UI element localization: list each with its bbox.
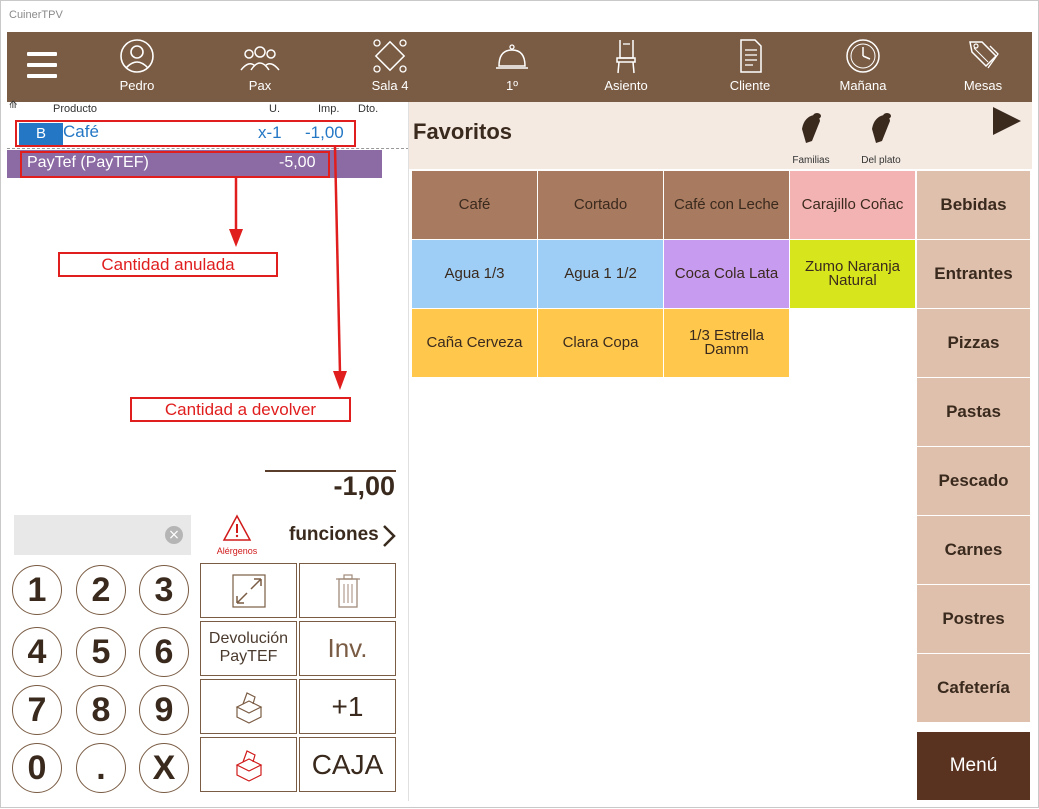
trash-icon (335, 574, 360, 608)
category-pescado[interactable]: Pescado (917, 447, 1030, 515)
category-bebidas[interactable]: Bebidas (917, 171, 1030, 239)
category-cafeteria[interactable]: Cafetería (917, 654, 1030, 722)
numpad-6[interactable]: 6 (139, 627, 189, 677)
clear-icon[interactable]: × (165, 526, 183, 544)
search-input[interactable]: × (14, 515, 191, 555)
warning-icon (222, 514, 252, 541)
product-button[interactable]: Cortado (538, 171, 663, 239)
chevron-right-icon[interactable] (381, 523, 397, 549)
numpad-9[interactable]: 9 (139, 685, 189, 735)
delete-button[interactable] (299, 563, 396, 618)
product-button[interactable]: 1/3 Estrella Damm (664, 309, 789, 377)
printer-icon (235, 692, 262, 724)
app-window: CuinerTPV Pedro Pax Sala 4 1º Asiento Cl… (0, 0, 1039, 808)
product-button[interactable]: Zumo Naranja Natural (790, 240, 915, 308)
product-button[interactable]: Café con Leche (664, 171, 789, 239)
cash-drawer-button[interactable] (200, 737, 297, 792)
dish-filter[interactable]: Del plato (851, 111, 911, 166)
category-carnes[interactable]: Carnes (917, 516, 1030, 584)
annotation-cancelled-qty: Cantidad anulada (58, 252, 278, 277)
invitation-button[interactable]: Inv. (299, 621, 396, 676)
salt-shaker-icon (802, 113, 821, 143)
split-button[interactable] (200, 563, 297, 618)
product-button[interactable]: Agua 1 1/2 (538, 240, 663, 308)
numpad-multiply[interactable]: X (139, 743, 189, 793)
next-page-icon[interactable] (993, 107, 1021, 135)
numpad-7[interactable]: 7 (12, 685, 62, 735)
functions-button[interactable]: funciones (289, 524, 379, 546)
product-button[interactable]: Clara Copa (538, 309, 663, 377)
panel-divider (408, 102, 409, 801)
ticket-total: -1,00 (333, 471, 395, 501)
expand-icon (231, 574, 266, 608)
numpad-0[interactable]: 0 (12, 743, 62, 793)
favorites-title: Favoritos (413, 119, 513, 144)
salt-shaker-icon (872, 113, 891, 143)
numpad-5[interactable]: 5 (76, 627, 126, 677)
allergens-button[interactable]: Alérgenos (207, 514, 267, 556)
allergens-label: Alérgenos (216, 546, 258, 556)
category-pastas[interactable]: Pastas (917, 378, 1030, 446)
cash-register-icon (235, 750, 262, 782)
checkout-button[interactable]: CAJA (299, 737, 396, 792)
numpad-8[interactable]: 8 (76, 685, 126, 735)
category-pizzas[interactable]: Pizzas (917, 309, 1030, 377)
dish-label: Del plato (861, 155, 901, 166)
category-postres[interactable]: Postres (917, 585, 1030, 653)
numpad-decimal[interactable]: . (76, 743, 126, 793)
add-one-button[interactable]: +1 (299, 679, 396, 734)
numpad-4[interactable]: 4 (12, 627, 62, 677)
product-button[interactable]: Caña Cerveza (412, 309, 537, 377)
product-button[interactable]: Carajillo Coñac (790, 171, 915, 239)
numpad-2[interactable]: 2 (76, 565, 126, 615)
menu-button[interactable]: Menú (917, 732, 1030, 800)
families-filter[interactable]: Familias (781, 111, 841, 166)
product-button[interactable]: Agua 1/3 (412, 240, 537, 308)
refund-paytef-button[interactable]: Devolución PayTEF (200, 621, 297, 676)
print-ticket-button[interactable] (200, 679, 297, 734)
product-button[interactable]: Café (412, 171, 537, 239)
product-button[interactable]: Coca Cola Lata (664, 240, 789, 308)
annotation-refund-qty: Cantidad a devolver (130, 397, 351, 422)
numpad-1[interactable]: 1 (12, 565, 62, 615)
category-entrantes[interactable]: Entrantes (917, 240, 1030, 308)
numpad-3[interactable]: 3 (139, 565, 189, 615)
families-label: Familias (792, 155, 830, 166)
